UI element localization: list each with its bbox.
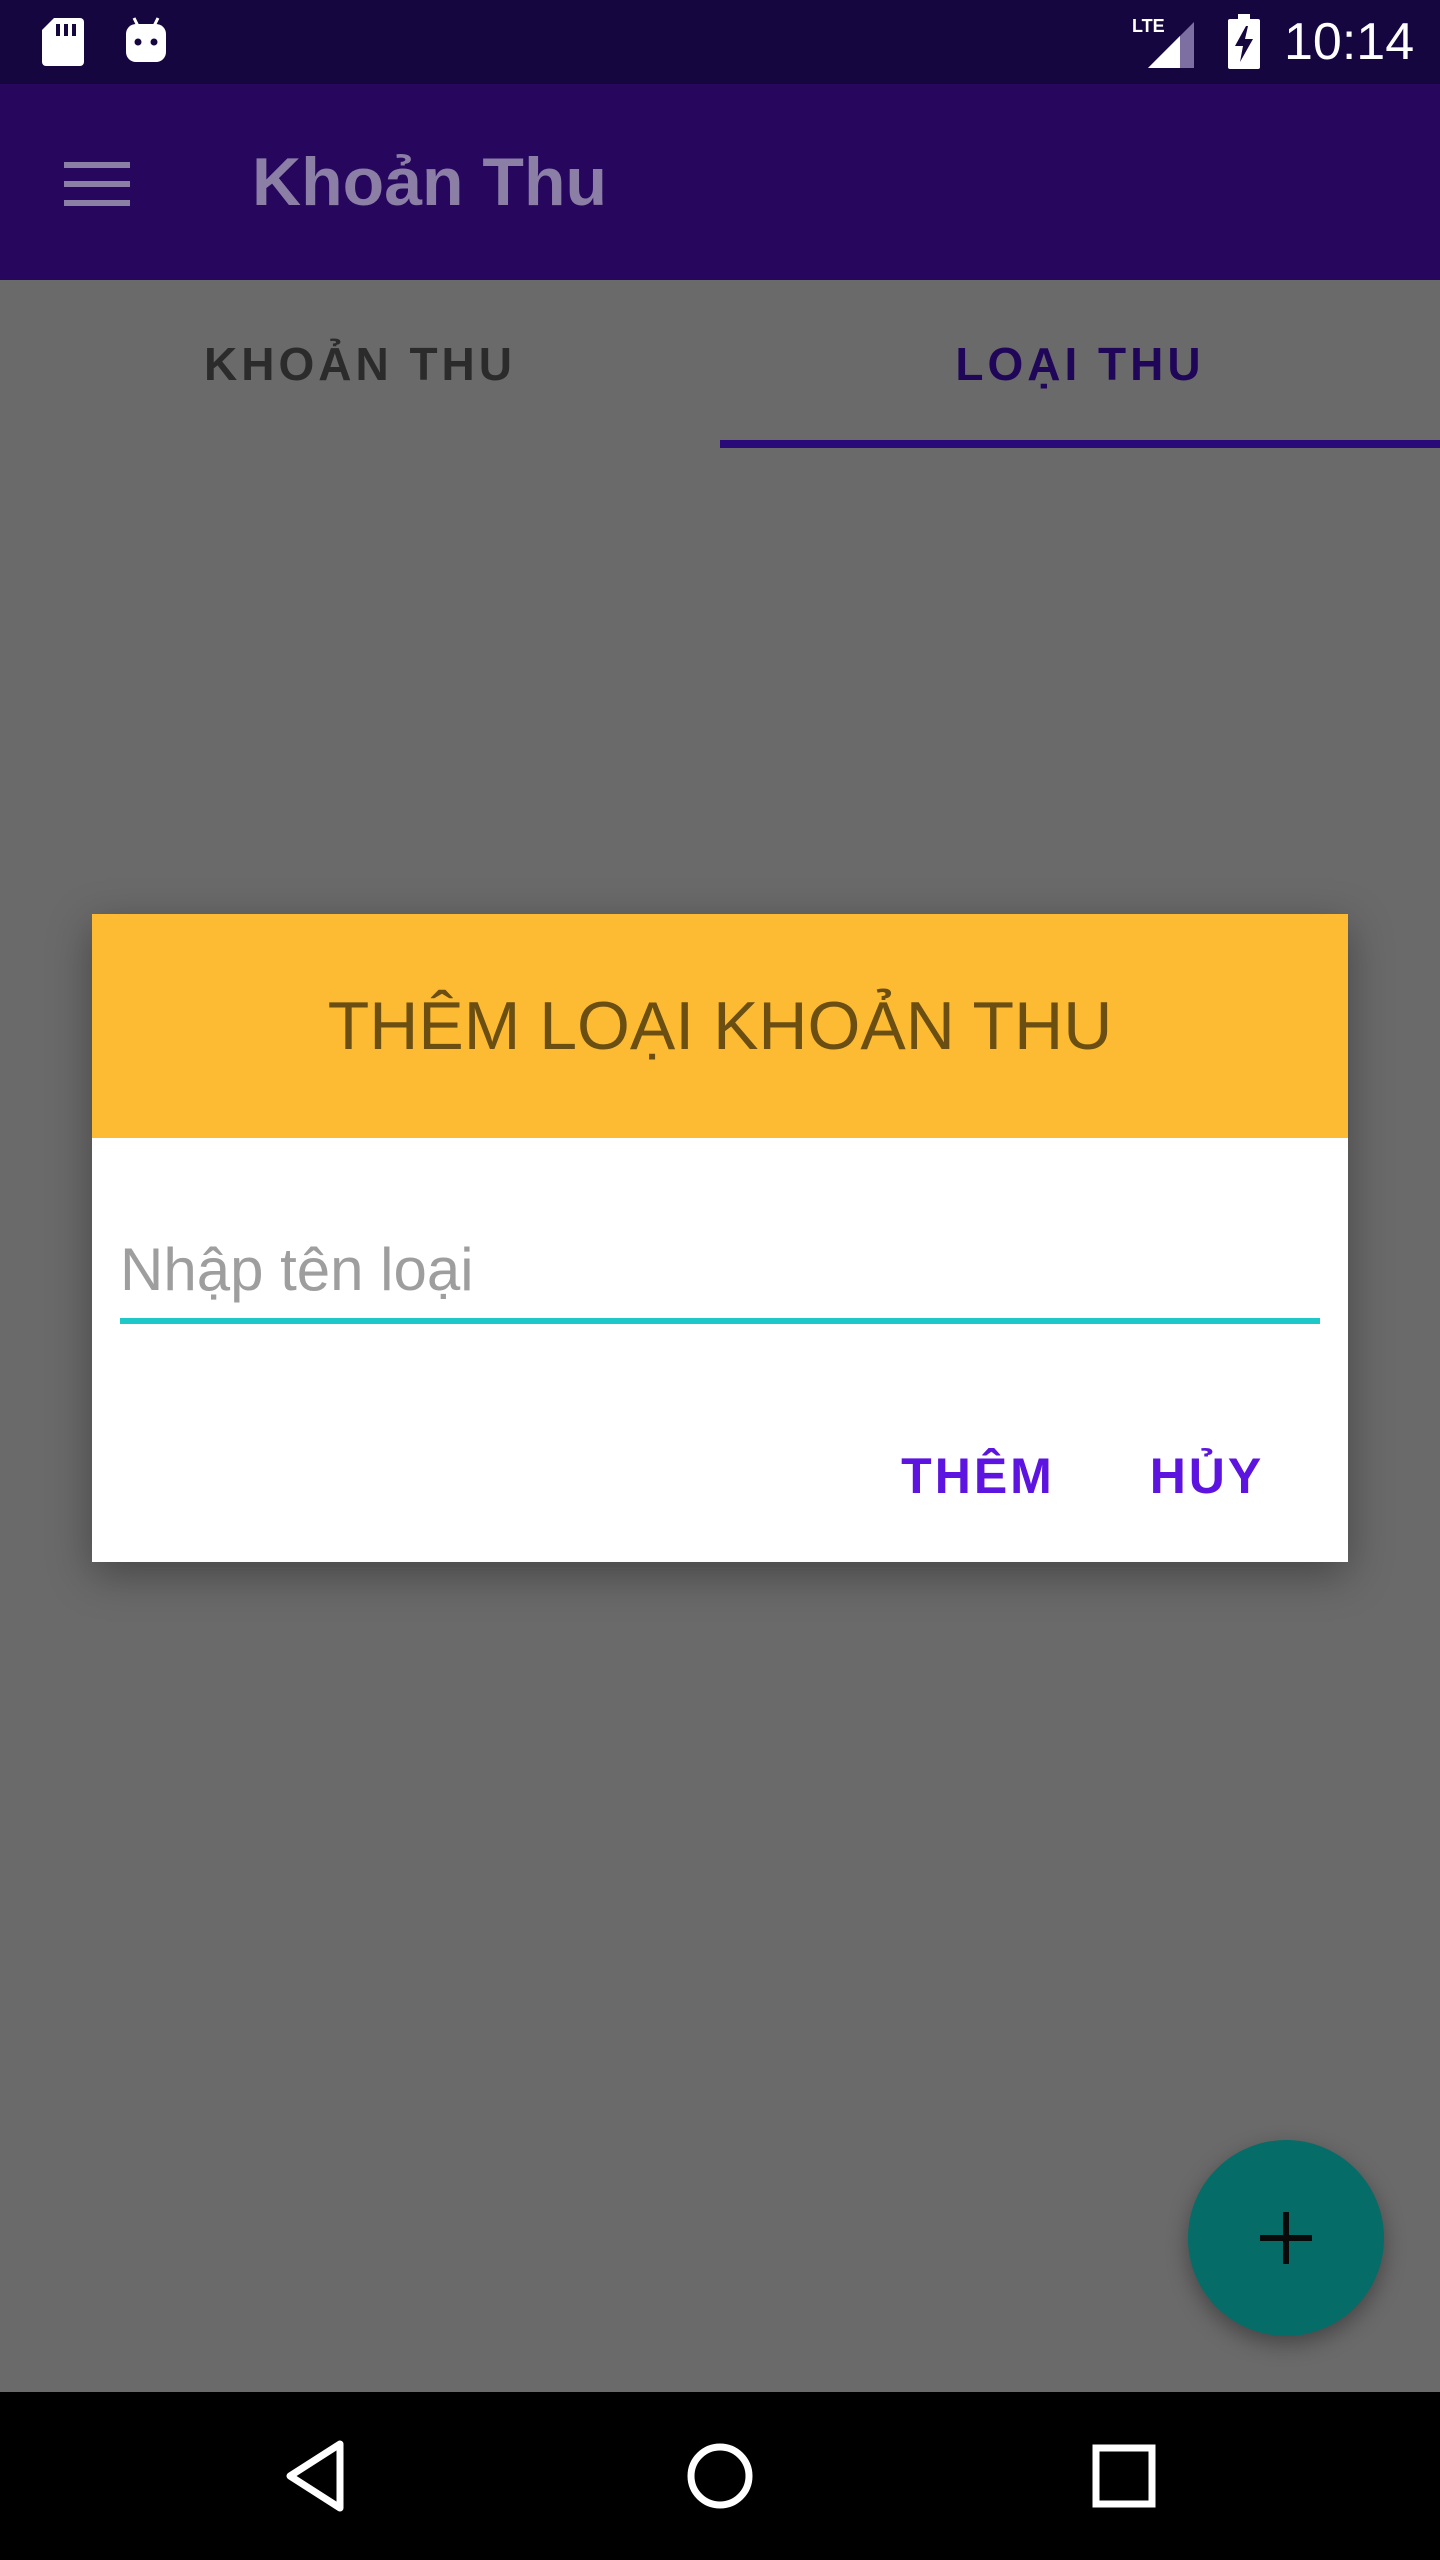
dialog-actions: THÊM HỦY (92, 1414, 1348, 1538)
hamburger-menu-icon (64, 162, 130, 206)
dialog-header: THÊM LOẠI KHOẢN THU (92, 914, 1348, 1138)
tab-khoan-thu[interactable]: KHOẢN THU (0, 280, 720, 448)
tab-bar: KHOẢN THU LOẠI THU (0, 280, 1440, 448)
lte-signal-icon: LTE (1132, 16, 1194, 68)
recents-square-icon[interactable] (1076, 2428, 1172, 2524)
battery-charging-icon (1228, 14, 1260, 69)
category-name-input[interactable] (120, 1214, 1320, 1324)
android-icon (126, 17, 166, 62)
system-nav-bar (0, 2392, 1440, 2560)
tab-selected-indicator (720, 440, 1440, 448)
tab-loai-thu[interactable]: LOẠI THU (720, 280, 1440, 448)
cancel-button[interactable]: HỦY (1126, 1414, 1288, 1538)
app-bar: Khoản Thu (0, 84, 1440, 280)
menu-button[interactable] (42, 138, 152, 234)
app-screen: LTE 10:14 Khoản Thu KHOẢN THU LOẠI THU T… (0, 0, 1440, 2560)
dialog-title: THÊM LOẠI KHOẢN THU (327, 988, 1113, 1064)
home-circle-icon[interactable] (672, 2428, 768, 2524)
status-clock: 10:14 (1284, 13, 1415, 71)
add-button[interactable]: THÊM (878, 1414, 1078, 1538)
back-triangle-icon[interactable] (268, 2428, 364, 2524)
input-underline (120, 1318, 1320, 1324)
add-category-dialog: THÊM LOẠI KHOẢN THU THÊM HỦY (92, 914, 1348, 1562)
page-title: Khoản Thu (252, 144, 608, 220)
status-bar: LTE 10:14 (0, 0, 1440, 84)
plus-icon (1260, 2212, 1312, 2264)
add-fab-button[interactable] (1188, 2140, 1384, 2336)
svg-text:LTE: LTE (1132, 16, 1165, 36)
sd-card-icon (42, 18, 84, 66)
